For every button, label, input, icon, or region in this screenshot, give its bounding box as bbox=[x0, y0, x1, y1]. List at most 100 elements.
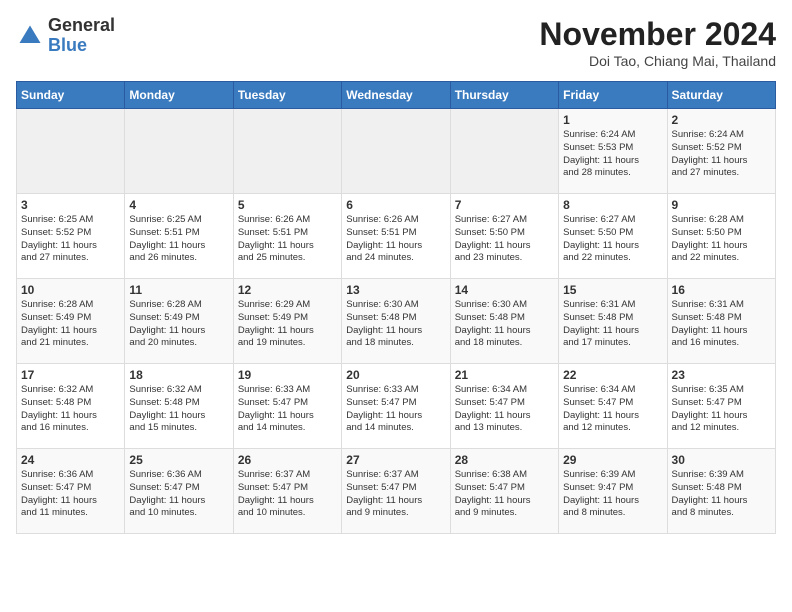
title-section: November 2024 Doi Tao, Chiang Mai, Thail… bbox=[539, 16, 776, 69]
table-row: 27 Sunrise: 6:37 AM Sunset: 5:47 PM Dayli… bbox=[342, 449, 450, 534]
table-row: 30Sunrise: 6:39 AM Sunset: 5:48 PM Dayli… bbox=[667, 449, 775, 534]
day-number: 15 bbox=[563, 283, 662, 297]
calendar-table: Sunday Monday Tuesday Wednesday Thursday… bbox=[16, 81, 776, 534]
day-number: 7 bbox=[455, 198, 554, 212]
day-number: 2 bbox=[672, 113, 771, 127]
day-number: 28 bbox=[455, 453, 554, 467]
day-info: Sunrise: 6:32 AM Sunset: 5:48 PM Dayligh… bbox=[129, 384, 228, 435]
day-number: 6 bbox=[346, 198, 445, 212]
day-number: 18 bbox=[129, 368, 228, 382]
day-number: 1 bbox=[563, 113, 662, 127]
day-info: Sunrise: 6:36 AM Sunset: 5:47 PM Dayligh… bbox=[21, 469, 120, 520]
table-row bbox=[450, 109, 558, 194]
table-row: 9 Sunrise: 6:28 AM Sunset: 5:50 PM Daylig… bbox=[667, 194, 775, 279]
day-info: Sunrise: 6:32 AM Sunset: 5:48 PM Dayligh… bbox=[21, 384, 120, 435]
table-row: 2Sunrise: 6:24 AM Sunset: 5:52 PM Daylig… bbox=[667, 109, 775, 194]
table-row: 10 Sunrise: 6:28 AM Sunset: 5:49 PM Dayli… bbox=[17, 279, 125, 364]
day-number: 25 bbox=[129, 453, 228, 467]
table-row: 28 Sunrise: 6:38 AM Sunset: 5:47 PM Dayli… bbox=[450, 449, 558, 534]
table-row: 19Sunrise: 6:33 AM Sunset: 5:47 PM Dayli… bbox=[233, 364, 341, 449]
table-row: 24Sunrise: 6:36 AM Sunset: 5:47 PM Dayli… bbox=[17, 449, 125, 534]
day-number: 13 bbox=[346, 283, 445, 297]
day-info: Sunrise: 6:25 AM Sunset: 5:51 PM Dayligh… bbox=[129, 214, 228, 265]
table-row: 23 Sunrise: 6:35 AM Sunset: 5:47 PM Dayli… bbox=[667, 364, 775, 449]
table-row: 29Sunrise: 6:39 AM Sunset: 9:47 PM Dayli… bbox=[559, 449, 667, 534]
table-row: 15 Sunrise: 6:31 AM Sunset: 5:48 PM Dayli… bbox=[559, 279, 667, 364]
table-row: 12Sunrise: 6:29 AM Sunset: 5:49 PM Dayli… bbox=[233, 279, 341, 364]
day-number: 9 bbox=[672, 198, 771, 212]
table-row: 5 Sunrise: 6:26 AM Sunset: 5:51 PM Daylig… bbox=[233, 194, 341, 279]
day-info: Sunrise: 6:31 AM Sunset: 5:48 PM Dayligh… bbox=[672, 299, 771, 350]
day-info: Sunrise: 6:25 AM Sunset: 5:52 PM Dayligh… bbox=[21, 214, 120, 265]
logo-text-general: General bbox=[48, 15, 115, 35]
logo-text-blue: Blue bbox=[48, 35, 87, 55]
table-row bbox=[125, 109, 233, 194]
calendar-week-row: 1 Sunrise: 6:24 AM Sunset: 5:53 PM Daylig… bbox=[17, 109, 776, 194]
table-row: 26 Sunrise: 6:37 AM Sunset: 5:47 PM Dayli… bbox=[233, 449, 341, 534]
calendar-week-row: 3 Sunrise: 6:25 AM Sunset: 5:52 PM Daylig… bbox=[17, 194, 776, 279]
day-info: Sunrise: 6:38 AM Sunset: 5:47 PM Dayligh… bbox=[455, 469, 554, 520]
header-tuesday: Tuesday bbox=[233, 82, 341, 109]
header-saturday: Saturday bbox=[667, 82, 775, 109]
table-row: 1 Sunrise: 6:24 AM Sunset: 5:53 PM Daylig… bbox=[559, 109, 667, 194]
day-number: 30 bbox=[672, 453, 771, 467]
day-info: Sunrise: 6:28 AM Sunset: 5:49 PM Dayligh… bbox=[21, 299, 120, 350]
table-row: 14Sunrise: 6:30 AM Sunset: 5:48 PM Dayli… bbox=[450, 279, 558, 364]
day-info: Sunrise: 6:35 AM Sunset: 5:47 PM Dayligh… bbox=[672, 384, 771, 435]
day-number: 12 bbox=[238, 283, 337, 297]
day-info: Sunrise: 6:28 AM Sunset: 5:50 PM Dayligh… bbox=[672, 214, 771, 265]
day-number: 21 bbox=[455, 368, 554, 382]
table-row: 17 Sunrise: 6:32 AM Sunset: 5:48 PM Dayli… bbox=[17, 364, 125, 449]
day-number: 17 bbox=[21, 368, 120, 382]
day-info: Sunrise: 6:31 AM Sunset: 5:48 PM Dayligh… bbox=[563, 299, 662, 350]
table-row: 16Sunrise: 6:31 AM Sunset: 5:48 PM Dayli… bbox=[667, 279, 775, 364]
table-row: 20Sunrise: 6:33 AM Sunset: 5:47 PM Dayli… bbox=[342, 364, 450, 449]
table-row bbox=[17, 109, 125, 194]
day-number: 11 bbox=[129, 283, 228, 297]
day-number: 10 bbox=[21, 283, 120, 297]
table-row: 22Sunrise: 6:34 AM Sunset: 5:47 PM Dayli… bbox=[559, 364, 667, 449]
day-info: Sunrise: 6:30 AM Sunset: 5:48 PM Dayligh… bbox=[455, 299, 554, 350]
day-number: 27 bbox=[346, 453, 445, 467]
header-wednesday: Wednesday bbox=[342, 82, 450, 109]
table-row: 11 Sunrise: 6:28 AM Sunset: 5:49 PM Dayli… bbox=[125, 279, 233, 364]
day-number: 3 bbox=[21, 198, 120, 212]
day-info: Sunrise: 6:34 AM Sunset: 5:47 PM Dayligh… bbox=[455, 384, 554, 435]
day-info: Sunrise: 6:26 AM Sunset: 5:51 PM Dayligh… bbox=[238, 214, 337, 265]
day-info: Sunrise: 6:27 AM Sunset: 5:50 PM Dayligh… bbox=[563, 214, 662, 265]
day-info: Sunrise: 6:36 AM Sunset: 5:47 PM Dayligh… bbox=[129, 469, 228, 520]
table-row: 21 Sunrise: 6:34 AM Sunset: 5:47 PM Dayli… bbox=[450, 364, 558, 449]
main-title: November 2024 bbox=[539, 16, 776, 53]
table-row: 18 Sunrise: 6:32 AM Sunset: 5:48 PM Dayli… bbox=[125, 364, 233, 449]
table-row: 4Sunrise: 6:25 AM Sunset: 5:51 PM Daylig… bbox=[125, 194, 233, 279]
day-number: 19 bbox=[238, 368, 337, 382]
day-info: Sunrise: 6:28 AM Sunset: 5:49 PM Dayligh… bbox=[129, 299, 228, 350]
table-row bbox=[233, 109, 341, 194]
calendar-week-row: 17 Sunrise: 6:32 AM Sunset: 5:48 PM Dayli… bbox=[17, 364, 776, 449]
day-number: 26 bbox=[238, 453, 337, 467]
calendar-week-row: 24Sunrise: 6:36 AM Sunset: 5:47 PM Dayli… bbox=[17, 449, 776, 534]
day-info: Sunrise: 6:37 AM Sunset: 5:47 PM Dayligh… bbox=[238, 469, 337, 520]
table-row bbox=[342, 109, 450, 194]
table-row: 6 Sunrise: 6:26 AM Sunset: 5:51 PM Daylig… bbox=[342, 194, 450, 279]
table-row: 3 Sunrise: 6:25 AM Sunset: 5:52 PM Daylig… bbox=[17, 194, 125, 279]
day-info: Sunrise: 6:33 AM Sunset: 5:47 PM Dayligh… bbox=[346, 384, 445, 435]
header-sunday: Sunday bbox=[17, 82, 125, 109]
calendar-week-row: 10 Sunrise: 6:28 AM Sunset: 5:49 PM Dayli… bbox=[17, 279, 776, 364]
header-friday: Friday bbox=[559, 82, 667, 109]
table-row: 25 Sunrise: 6:36 AM Sunset: 5:47 PM Dayli… bbox=[125, 449, 233, 534]
header-monday: Monday bbox=[125, 82, 233, 109]
day-info: Sunrise: 6:34 AM Sunset: 5:47 PM Dayligh… bbox=[563, 384, 662, 435]
day-info: Sunrise: 6:30 AM Sunset: 5:48 PM Dayligh… bbox=[346, 299, 445, 350]
day-info: Sunrise: 6:24 AM Sunset: 5:53 PM Dayligh… bbox=[563, 129, 662, 180]
day-info: Sunrise: 6:26 AM Sunset: 5:51 PM Dayligh… bbox=[346, 214, 445, 265]
day-number: 29 bbox=[563, 453, 662, 467]
weekday-header-row: Sunday Monday Tuesday Wednesday Thursday… bbox=[17, 82, 776, 109]
day-number: 23 bbox=[672, 368, 771, 382]
page-header: General Blue November 2024 Doi Tao, Chia… bbox=[16, 16, 776, 69]
day-number: 5 bbox=[238, 198, 337, 212]
logo-icon bbox=[16, 22, 44, 50]
header-thursday: Thursday bbox=[450, 82, 558, 109]
day-number: 8 bbox=[563, 198, 662, 212]
day-info: Sunrise: 6:37 AM Sunset: 5:47 PM Dayligh… bbox=[346, 469, 445, 520]
